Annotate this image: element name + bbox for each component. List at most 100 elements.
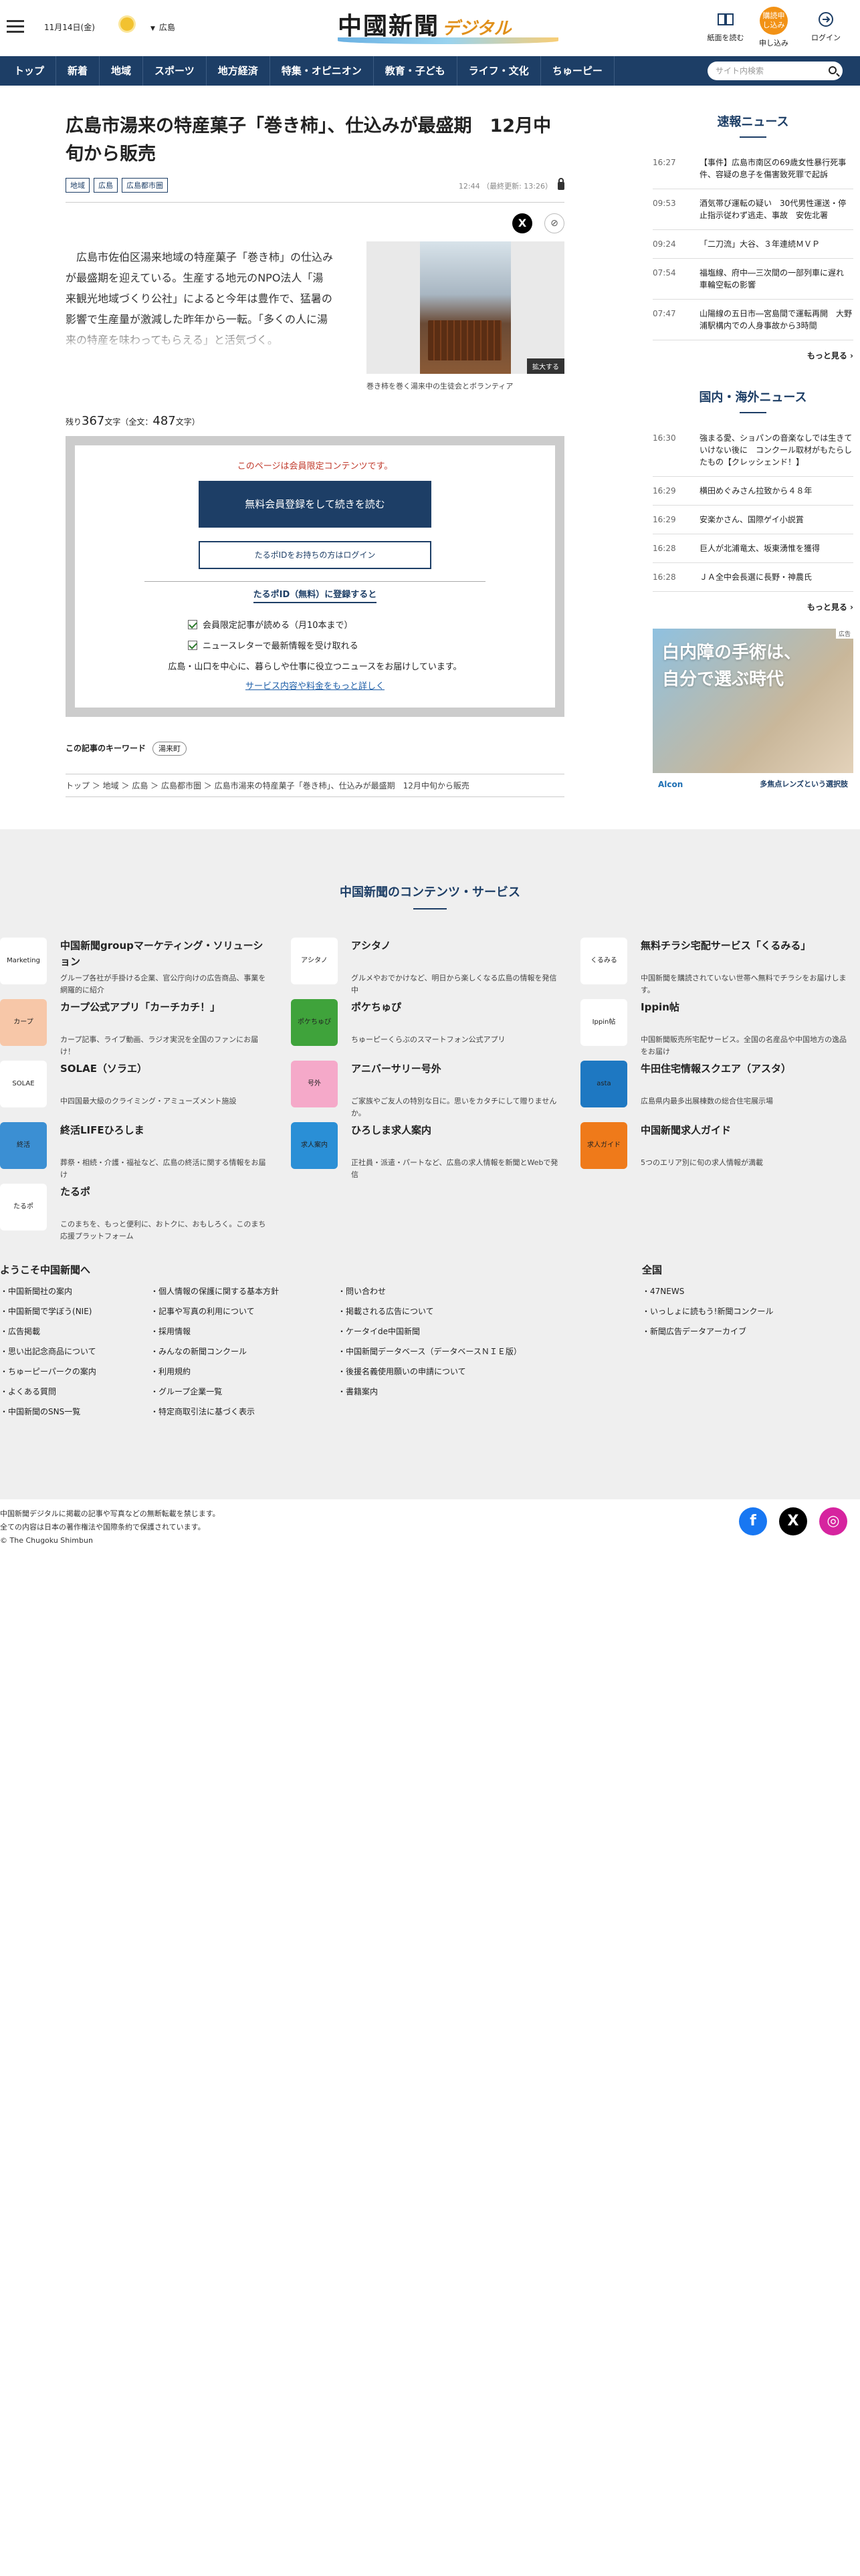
news-item[interactable]: 09:53 酒気帯び運転の疑い 30代男性運送・停止指示従わず逃走、事故 安佐北署 [653, 189, 853, 230]
service-item[interactable]: 終活 終活LIFEひろしま 葬祭・相続・介護・福祉など、広島の終活に関する情報をお届… [0, 1122, 267, 1179]
ad-banner[interactable]: 広告 白内障の手術は、 自分で選ぶ時代 Alcon 多焦点レンズという選択肢 [653, 629, 853, 796]
news-item[interactable]: 07:54 福塩線、府中―三次間の一部列車に遅れ 車輪空転の影響 [653, 259, 853, 300]
nav-economy[interactable]: 地方経済 [207, 56, 270, 86]
service-desc: 中国新聞販売所宅配サービス。全国の名産品や中国地方の逸品をお届け [641, 1035, 847, 1056]
service-name: カープ公式アプリ「カーチカチ！」 [60, 1001, 221, 1013]
footer-link[interactable]: ケータイde中国新聞 [338, 1325, 522, 1337]
service-logo: アシタノ [291, 938, 338, 984]
nav-sports[interactable]: スポーツ [143, 56, 207, 86]
login-id-button[interactable]: たるポIDをお持ちの方はログイン [199, 541, 431, 569]
footer-link[interactable]: よくある質問 [0, 1386, 96, 1397]
hamburger-menu-icon[interactable] [7, 20, 24, 33]
footer-link[interactable]: 個人情報の保護に関する基本方針 [150, 1285, 279, 1297]
breadcrumb-item[interactable]: トップ [66, 781, 90, 790]
footer-link[interactable]: 後援名義使用願いの申請について [338, 1366, 522, 1377]
news-item[interactable]: 16:29 安楽かさん、国際ゲイ小説賞 [653, 506, 853, 534]
nav-top[interactable]: トップ [3, 56, 57, 86]
footer-link[interactable]: 採用情報 [150, 1325, 279, 1337]
national-more-link[interactable]: もっと見る › [653, 601, 853, 613]
x-share-icon[interactable]: X [512, 213, 532, 233]
login-button[interactable]: ログイン [802, 7, 849, 43]
tag-hiroshima[interactable]: 広島 [94, 178, 118, 193]
footer-link[interactable]: 中国新聞のSNS一覧 [0, 1406, 96, 1417]
services-title: 中国新聞のコンテンツ・サービス [0, 883, 860, 909]
service-name: 牛田住宅情報スクエア（アスタ） [641, 1063, 792, 1075]
footer-link[interactable]: 47NEWS [642, 1285, 773, 1297]
service-item[interactable]: Marketing Online 中国新聞groupマーケティング・ソリューション… [0, 938, 267, 994]
service-desc: カープ記事、ライブ動画、ラジオ実況を全国のファンにお届け！ [60, 1035, 259, 1056]
footer-link[interactable]: みんなの新聞コンクール [150, 1346, 279, 1357]
article-photo[interactable]: 拡大する [366, 241, 564, 374]
footer-link[interactable]: 掲載される広告について [338, 1305, 522, 1317]
footer-link[interactable]: 特定商取引法に基づく表示 [150, 1406, 279, 1417]
footer-link[interactable]: ちゅーピーパークの案内 [0, 1366, 96, 1377]
service-item[interactable]: たるポ たるポ このまちを、もっと便利に、おトクに、おもしろく。このまち応援プラット… [0, 1184, 267, 1241]
breadcrumb-item[interactable]: 地域 [103, 781, 119, 790]
footer-link[interactable]: いっしょに読もう!新聞コンクール [642, 1305, 773, 1317]
footer-link[interactable]: 利用規約 [150, 1366, 279, 1377]
enlarge-button[interactable]: 拡大する [527, 358, 564, 374]
service-name: Ippin帖 [641, 1001, 679, 1013]
tag-region[interactable]: 地域 [66, 178, 90, 193]
nav-new[interactable]: 新着 [56, 56, 100, 86]
footer-link[interactable]: 記事や写真の利用について [150, 1305, 279, 1317]
search-icon[interactable] [829, 66, 837, 74]
news-item[interactable]: 16:30 強まる愛、ショパンの音楽なしでは生きていけない後に コンクール取材がも… [653, 424, 853, 477]
search-placeholder: サイト内検索 [716, 66, 764, 76]
x-icon[interactable]: X [779, 1507, 807, 1535]
breaking-more-link[interactable]: もっと見る › [653, 350, 853, 361]
service-details-link[interactable]: サービス内容や料金をもっと詳しく [245, 679, 385, 691]
news-time: 16:30 [653, 433, 676, 443]
footer-link[interactable]: グループ企業一覧 [150, 1386, 279, 1397]
read-paper-button[interactable]: 紙面を読む [702, 7, 749, 43]
tag-metro[interactable]: 広島都市圏 [122, 178, 168, 193]
register-button[interactable]: 無料会員登録をして続きを読む [199, 481, 431, 528]
service-name: たるポ [60, 1186, 91, 1198]
facebook-icon[interactable]: f [739, 1507, 767, 1535]
instagram-icon[interactable]: ◎ [819, 1507, 847, 1535]
service-item[interactable]: 求人案内 ひろしま求人案内 正社員・派遣・パートなど、広島の求人情報を新聞とWebで… [291, 1122, 558, 1179]
nav-education[interactable]: 教育・子ども [374, 56, 457, 86]
news-item[interactable]: 16:28 ＪＡ全中会長選に長野・神農氏 [653, 563, 853, 592]
news-item[interactable]: 07:47 山陽線の五日市―宮島間で運転再開 大野浦駅構内での人身事故から3時間 [653, 300, 853, 340]
site-logo[interactable]: 中國新聞 デジタル [338, 7, 558, 44]
footer-link[interactable]: 問い合わせ [338, 1285, 522, 1297]
service-item[interactable]: 求人ガイド 中国新聞求人ガイド 5つのエリア別に旬の求人情報が満載 [580, 1122, 848, 1176]
nav-chupea[interactable]: ちゅーピー [541, 56, 615, 86]
news-time: 16:29 [653, 515, 676, 524]
breadcrumb-item[interactable]: 広島 [132, 781, 148, 790]
footer-link[interactable]: 広告掲載 [0, 1325, 96, 1337]
service-item[interactable]: カープ カープ公式アプリ「カーチカチ！」 カープ記事、ライブ動画、ラジオ実況を全国の… [0, 999, 267, 1056]
footer-link[interactable]: 中国新聞で学ぼう(NIE) [0, 1305, 96, 1317]
service-name: 無料チラシ宅配サービス「くるみる」 [641, 940, 811, 952]
copy-link-icon[interactable]: ⊘ [544, 213, 564, 233]
service-item[interactable]: アシタノ アシタノ グルメやおでかけなど、明日から楽しくなる広島の情報を発信中 [291, 938, 558, 994]
footer-link[interactable]: 中国新聞社の案内 [0, 1285, 96, 1297]
service-item[interactable]: SOLAE SOLAE（ソラエ） 中四国最大級のクライミング・アミューズメント施設 [0, 1061, 267, 1114]
nav-region[interactable]: 地域 [100, 56, 144, 86]
article-title: 広島市湯来の特産菓子「巻き柿」、仕込みが最盛期 12月中旬から販売 [66, 116, 552, 165]
footer-link[interactable]: 書籍案内 [338, 1386, 522, 1397]
news-time: 16:27 [653, 158, 676, 167]
news-item[interactable]: 16:29 横田めぐみさん拉致から４８年 [653, 477, 853, 506]
service-item[interactable]: 号外 アニバーサリー号外 ご家族やご友人の特別な日に。思いをカタチにして贈りませんか… [291, 1061, 558, 1117]
service-item[interactable]: asta 牛田住宅情報スクエア（アスタ） 広島県内最多出展棟数の総合住宅展示場 [580, 1061, 848, 1114]
breadcrumb-item[interactable]: 広島都市圏 [161, 781, 201, 790]
footer-link[interactable]: 新聞広告データアーカイブ [642, 1325, 773, 1337]
footer-link[interactable]: 中国新聞データベース（データベースＮＩＥ版） [338, 1346, 522, 1357]
region-selector[interactable]: ▼ 広島 [150, 21, 175, 33]
news-item[interactable]: 16:28 巨人が北浦竜太、坂東湧惟を獲得 [653, 534, 853, 563]
photo-caption: 巻き柿を巻く湯来中の生徒会とボランティア [366, 382, 514, 391]
keyword-chip[interactable]: 湯来町 [152, 742, 187, 756]
search-input[interactable]: サイト内検索 [708, 62, 843, 80]
nav-life[interactable]: ライフ・文化 [457, 56, 541, 86]
service-item[interactable]: ポケちゅぴ ポケちゅぴ ちゅーピーくらぶのスマートフォン公式アプリ [291, 999, 558, 1053]
news-item[interactable]: 16:27 【事件】広島市南区の69歳女性暴行死事件、容疑の息子を傷害致死罪で起訴 [653, 148, 853, 189]
nav-opinion[interactable]: 特集・オピニオン [270, 56, 374, 86]
footer-link[interactable]: 思い出記念商品について [0, 1346, 96, 1357]
news-item[interactable]: 09:24 「二刀流」大谷、３年連続ＭＶＰ [653, 230, 853, 259]
service-item[interactable]: くるみる 無料チラシ宅配サービス「くるみる」 中国新聞を購読されていない世帯へ無料で… [580, 938, 848, 994]
service-item[interactable]: Ippin帖 Ippin帖 中国新聞販売所宅配サービス。全国の名産品や中国地方の逸品… [580, 999, 848, 1056]
news-time: 09:53 [653, 199, 676, 208]
subscribe-button[interactable]: 購読申し込み 申し込み [750, 7, 797, 48]
